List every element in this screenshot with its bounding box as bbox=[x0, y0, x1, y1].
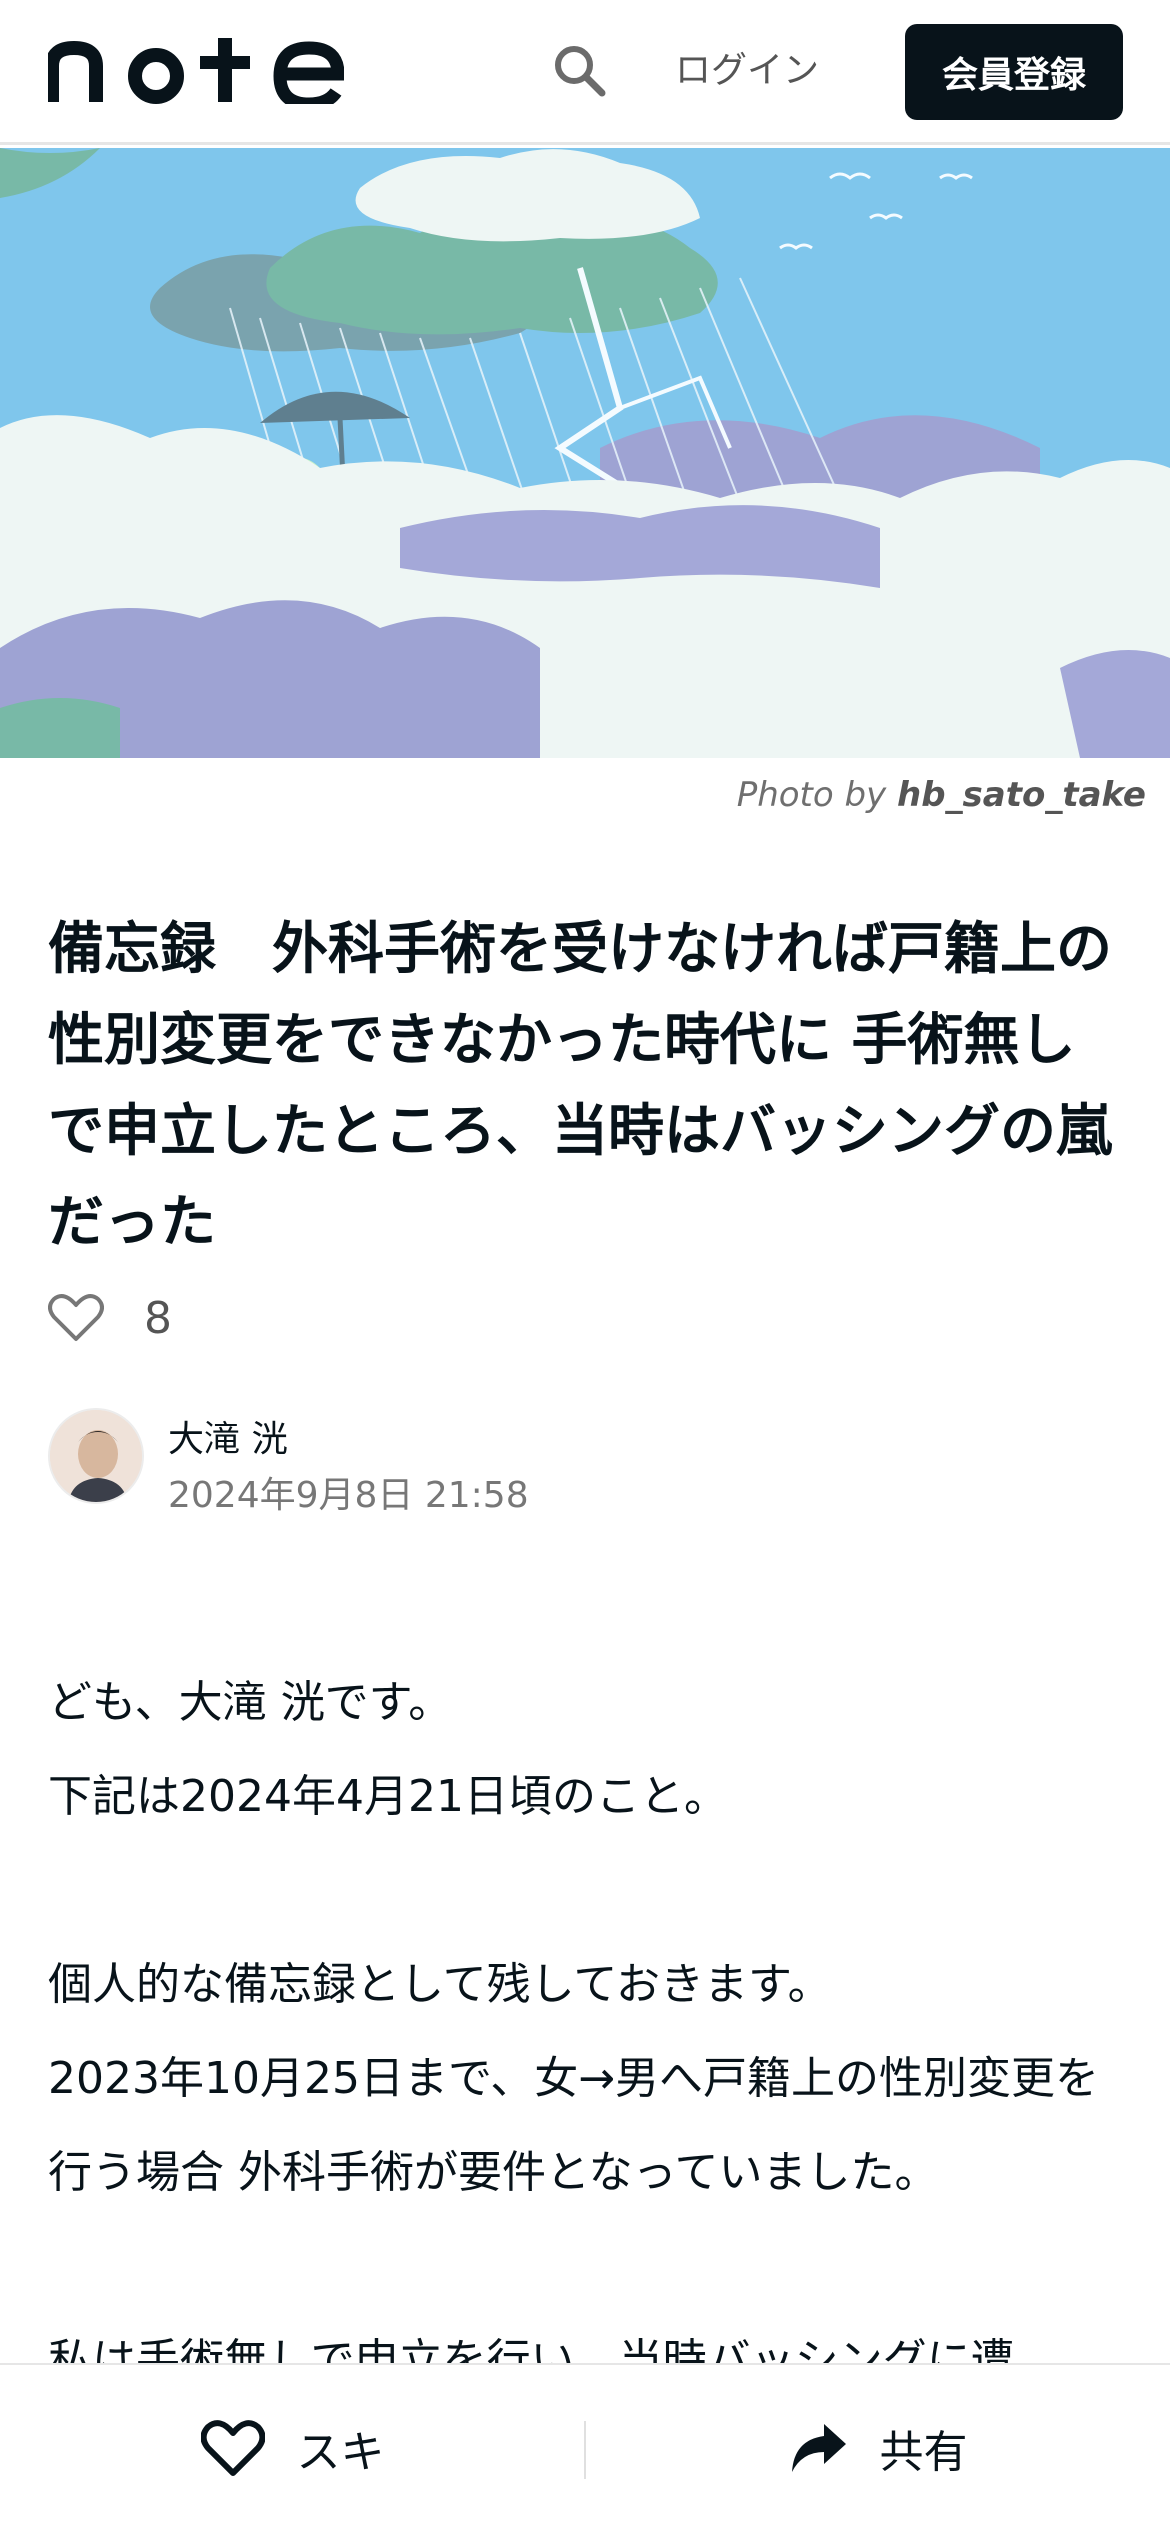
body-paragraph: ども、大滝 洸です。 bbox=[48, 1677, 453, 1728]
author-avatar[interactable] bbox=[48, 1408, 144, 1504]
post-date: 2024年9月8日 21:58 bbox=[168, 1475, 529, 1516]
bottom-action-bar: スキ 共有 bbox=[0, 2363, 1170, 2532]
likes-count: 8 bbox=[144, 1292, 172, 1344]
share-label: 共有 bbox=[879, 2427, 968, 2478]
share-button[interactable]: 共有 bbox=[585, 2365, 1170, 2531]
photo-credit: Photo by hb_sato_take bbox=[737, 775, 1146, 815]
note-logo[interactable] bbox=[48, 38, 344, 104]
heart-icon bbox=[200, 2420, 265, 2476]
header: ログイン 会員登録 bbox=[0, 0, 1170, 145]
heart-icon[interactable] bbox=[48, 1293, 104, 1343]
storm-illustration bbox=[0, 148, 1170, 758]
like-label: スキ bbox=[296, 2427, 385, 2478]
share-arrow-icon bbox=[791, 2424, 846, 2472]
article-body: ども、大滝 洸です。 下記は2024年4月21日頃のこと。 個人的な備忘録として… bbox=[48, 1656, 1128, 2408]
body-paragraph: 下記は2024年4月21日頃のこと。 bbox=[48, 1771, 728, 1822]
body-paragraph bbox=[48, 2220, 1128, 2314]
body-paragraph: 2023年10月25日まで、女→男へ戸籍上の性別変更を行う場合 外科手術が要件と… bbox=[48, 2053, 1100, 2198]
avatar-image bbox=[50, 1410, 142, 1502]
photo-credit-user[interactable]: hb_sato_take bbox=[897, 775, 1146, 815]
photo-credit-prefix: Photo by bbox=[736, 775, 887, 815]
search-button[interactable] bbox=[548, 38, 612, 104]
login-link[interactable]: ログイン bbox=[655, 40, 839, 102]
register-button[interactable]: 会員登録 bbox=[905, 24, 1123, 120]
like-button[interactable]: スキ bbox=[0, 2365, 585, 2531]
body-paragraph bbox=[48, 1844, 1128, 1938]
search-icon bbox=[555, 46, 606, 97]
hero-image bbox=[0, 148, 1170, 758]
article-title: 備忘録 外科手術を受けなければ戸籍上の性別変更をできなかった時代に 手術無しで申… bbox=[48, 917, 1112, 1255]
likes-row: 8 bbox=[48, 1288, 172, 1348]
author-name[interactable]: 大滝 洸 bbox=[168, 1410, 287, 1462]
body-paragraph: 個人的な備忘録として残しておきます。 bbox=[48, 1959, 832, 2010]
